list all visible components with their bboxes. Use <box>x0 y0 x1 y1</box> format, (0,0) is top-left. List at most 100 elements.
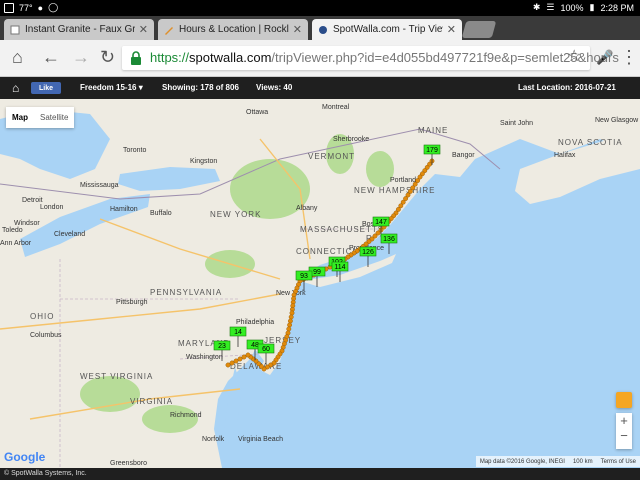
home-icon[interactable]: ⌂ <box>12 81 19 95</box>
track-point[interactable] <box>288 314 294 320</box>
microphone-icon[interactable]: 🎤 <box>596 48 613 66</box>
map-canvas[interactable]: Toronto Mississauga Hamilton London Buff… <box>0 99 640 468</box>
label-sherbrooke: Sherbrooke <box>333 136 369 143</box>
label-albany: Albany <box>296 205 318 212</box>
satellite-view-button[interactable]: Satellite <box>34 107 74 128</box>
monongahela-forest <box>80 376 140 412</box>
label-pennsylvania: PENNSYLVANIA <box>150 288 222 297</box>
trip-selector[interactable]: Freedom 15-16 ▾ <box>80 83 143 92</box>
label-richmond: Richmond <box>170 412 202 419</box>
flag-label: 147 <box>375 219 387 226</box>
label-nova-scotia: NOVA SCOTIA <box>558 138 623 147</box>
label-ohio: OHIO <box>30 312 54 321</box>
shenandoah-park <box>142 405 198 433</box>
zoom-out-button[interactable]: − <box>616 428 632 443</box>
track-point[interactable] <box>237 356 243 362</box>
showing-count: Showing: 178 of 806 <box>162 83 239 92</box>
address-bar[interactable]: https://spotwalla.com/tripViewer.php?id=… <box>122 46 619 70</box>
label-saint-john: Saint John <box>500 120 533 127</box>
track-point[interactable] <box>229 360 235 366</box>
trip-map[interactable]: Toronto Mississauga Hamilton London Buff… <box>0 99 640 468</box>
terms-link[interactable]: Terms of Use <box>601 459 636 465</box>
tab-instant-granite[interactable]: Instant Granite - Faux Granite ✕ <box>4 19 154 40</box>
map-view-button[interactable]: Map <box>6 107 34 128</box>
flag-label: 93 <box>300 273 308 280</box>
close-tab-icon[interactable]: ✕ <box>447 23 456 36</box>
tab-title: Hours & Location | Rockland <box>179 24 289 35</box>
url-text: https://spotwalla.com/tripViewer.php?id=… <box>150 50 619 65</box>
flag-label: 126 <box>362 249 374 256</box>
label-detroit: Detroit <box>22 197 43 204</box>
back-icon[interactable]: ← <box>42 48 60 66</box>
close-tab-icon[interactable]: ✕ <box>293 23 302 36</box>
label-norfolk: Norfolk <box>202 436 225 443</box>
trip-header: ⌂ Like Freedom 15-16 ▾ Showing: 178 of 8… <box>0 77 640 99</box>
flag-label: 114 <box>334 264 345 271</box>
label-new-glasgow: New Glasgow <box>595 117 639 124</box>
label-toledo: Toledo <box>2 227 23 234</box>
track-point[interactable] <box>286 326 292 332</box>
facebook-like-button[interactable]: Like <box>31 82 61 94</box>
label-new-york-state: NEW YORK <box>210 210 261 219</box>
label-toronto: Toronto <box>123 147 146 154</box>
clock: 2:28 PM <box>600 2 634 13</box>
flag-label: 60 <box>262 346 270 353</box>
flag-label: 23 <box>218 343 226 350</box>
close-tab-icon[interactable]: ✕ <box>139 23 148 36</box>
label-greensboro: Greensboro <box>110 460 147 467</box>
shield-icon: ◯ <box>48 2 59 12</box>
menu-icon[interactable]: ⋮ <box>620 48 638 66</box>
site-footer: © SpotWalla Systems, Inc. <box>0 468 640 480</box>
bookmark-star-icon[interactable]: ☆ <box>567 48 581 66</box>
google-logo: Google <box>4 450 46 464</box>
map-type-control: Map Satellite <box>6 107 75 128</box>
label-new-hampshire: NEW HAMPSHIRE <box>354 186 435 195</box>
lock-icon <box>131 51 141 65</box>
tab-title: Instant Granite - Faux Granite <box>25 24 135 35</box>
track-point[interactable] <box>287 322 292 328</box>
views-count: Views: 40 <box>256 83 293 92</box>
label-west-virginia: WEST VIRGINIA <box>80 372 153 381</box>
spotwalla-icon <box>319 25 327 34</box>
track-point[interactable] <box>225 362 231 368</box>
track-point[interactable] <box>233 358 239 364</box>
flag-label: 179 <box>426 147 438 154</box>
label-maine: MAINE <box>418 126 448 135</box>
pencil-icon <box>165 26 173 35</box>
flag-label: 136 <box>383 236 395 243</box>
tab-hours-location[interactable]: Hours & Location | Rockland ✕ <box>158 19 308 40</box>
like-label: Like <box>38 84 53 92</box>
label-windsor: Windsor <box>14 220 40 227</box>
new-tab-button[interactable] <box>461 21 497 38</box>
map-scale: 100 km <box>572 458 593 465</box>
label-virginia: VIRGINIA <box>130 397 173 406</box>
label-montreal: Montreal <box>322 104 350 111</box>
zoom-in-button[interactable]: + <box>616 413 632 428</box>
label-ann-arbor: Ann Arbor <box>0 240 32 247</box>
flag-label: 99 <box>313 269 321 276</box>
tab-strip: Instant Granite - Faux Granite ✕ Hours &… <box>0 16 640 40</box>
reload-icon[interactable]: ↻ <box>100 48 115 66</box>
status-bar: 77° ● ◯ ✱ ☰ 100% ▮ 2:28 PM <box>0 0 640 16</box>
tab-spotwalla[interactable]: SpotWalla.com - Trip Viewer ✕ <box>312 19 462 40</box>
trip-name: Freedom 15-16 <box>80 83 137 92</box>
label-philadelphia: Philadelphia <box>236 319 274 326</box>
track-point[interactable] <box>241 354 247 360</box>
home-icon[interactable]: ⌂ <box>12 48 23 66</box>
track-point[interactable] <box>289 310 295 316</box>
track-point[interactable] <box>287 318 293 324</box>
browser-toolbar: ⌂ ← → ↻ https://spotwalla.com/tripViewer… <box>0 40 640 77</box>
pegman-icon[interactable] <box>616 392 632 408</box>
label-new-york: New York <box>276 290 306 297</box>
android-icon: ● <box>37 2 44 13</box>
label-london: London <box>40 204 63 211</box>
flag-label: 14 <box>234 329 242 336</box>
battery-level: 100% <box>560 2 584 13</box>
label-hamilton: Hamilton <box>110 206 138 213</box>
forward-icon[interactable]: → <box>72 48 90 66</box>
url-scheme: https:// <box>150 50 190 65</box>
label-massachusetts: MASSACHUSETTS <box>300 225 384 234</box>
label-kingston: Kingston <box>190 158 217 165</box>
track-point[interactable] <box>245 352 251 358</box>
battery-icon: ▮ <box>589 2 595 12</box>
